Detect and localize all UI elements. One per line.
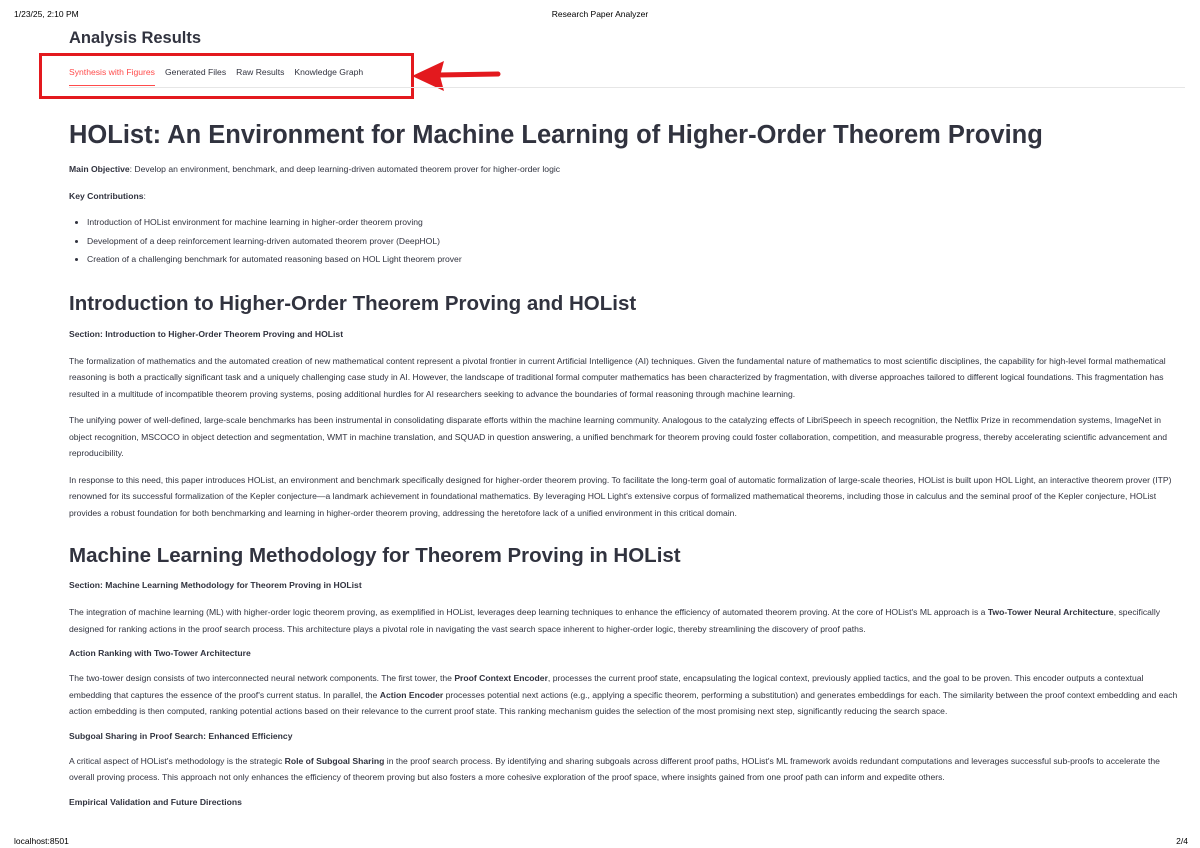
paragraph: The formalization of mathematics and the… [69,355,1166,399]
key-contributions-colon: : [143,190,146,201]
main-objective-text: : Develop an environment, benchmark, and… [129,164,561,174]
section-label-methodology: Section: Machine Learning Methodology fo… [69,580,362,590]
tab-generated-files[interactable]: Generated Files [165,67,226,85]
list-item: Development of a deep reinforcement lear… [87,232,1185,251]
paragraph: In response to this need, this paper int… [69,474,1172,518]
list-item: Creation of a challenging benchmark for … [87,250,1185,269]
print-header: 1/23/25, 2:10 PM Research Paper Analyzer [0,9,1200,21]
text-run: The integration of machine learning (ML)… [69,607,988,617]
analysis-results-title: Analysis Results [69,29,202,47]
paragraph: The integration of machine learning (ML)… [69,604,1185,637]
paper-title: HOList: An Environment for Machine Learn… [69,121,1043,149]
text-run: A critical aspect of HOList's methodolog… [69,755,285,766]
bold-term: Proof Context Encoder [454,673,548,683]
key-contributions-heading: Key Contributions: [69,188,1185,205]
print-url: localhost:8501 [14,836,69,846]
list-item: Introduction of HOList environment for m… [87,213,1185,232]
subheading-action-ranking: Action Ranking with Two-Tower Architectu… [69,648,251,658]
section-label-introduction: Section: Introduction to Higher-Order Th… [69,328,344,339]
tab-synthesis-with-figures[interactable]: Synthesis with Figures [69,67,155,86]
section-heading-methodology: Machine Learning Methodology for Theorem… [69,544,681,567]
main-objective: Main Objective: Develop an environment, … [69,161,1185,178]
tab-knowledge-graph[interactable]: Knowledge Graph [294,67,363,85]
bold-term: Action Encoder [379,689,444,700]
subheading-subgoal-sharing: Subgoal Sharing in Proof Search: Enhance… [69,730,293,741]
print-page-number: 2/4 [1176,836,1188,846]
main-objective-label: Main Objective [69,164,130,174]
main-content: Analysis Results Synthesis with Figures … [69,27,1185,809]
bold-term: Role of Subgoal Sharing [284,755,385,766]
tab-bar: Synthesis with Figures Generated Files R… [69,61,1185,95]
tab-raw-results[interactable]: Raw Results [236,67,284,85]
contributions-list: Introduction of HOList environment for m… [69,213,1185,269]
print-page-title: Research Paper Analyzer [551,9,649,19]
key-contributions-label: Key Contributions [69,190,144,201]
tab-bar-divider [69,87,1185,88]
print-footer: localhost:8501 2/4 [0,836,1200,848]
section-heading-introduction: Introduction to Higher-Order Theorem Pro… [69,291,637,315]
text-run: The two-tower design consists of two int… [69,673,455,683]
subheading-empirical-validation: Empirical Validation and Future Directio… [69,796,242,807]
bold-term: Two-Tower Neural Architecture [987,607,1114,617]
paragraph: The two-tower design consists of two int… [69,670,1185,720]
paragraph: The unifying power of well-defined, larg… [69,415,1168,458]
paragraph: A critical aspect of HOList's methodolog… [69,753,1185,786]
